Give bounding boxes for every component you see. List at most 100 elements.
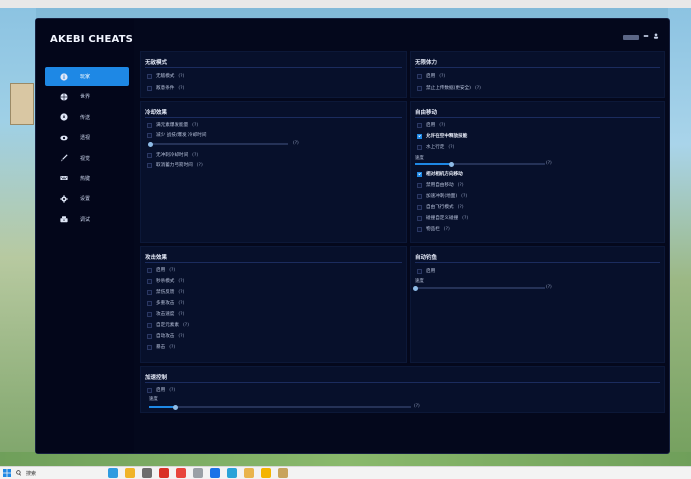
help-marker[interactable]: (?): [546, 161, 552, 166]
checkbox[interactable]: [147, 278, 152, 284]
taskbar-app-icon[interactable]: [142, 468, 152, 478]
help-marker[interactable]: (?): [192, 123, 198, 128]
taskbar-app-icon[interactable]: [210, 468, 220, 478]
help-marker[interactable]: (?): [169, 388, 175, 393]
toggle-row[interactable]: 禁伤反馈 (?): [147, 289, 184, 295]
taskbar-app-icon[interactable]: [108, 468, 118, 478]
toggle-row[interactable]: 启用 (?): [147, 387, 175, 393]
toggle-row[interactable]: 取消蓄力弓箭时间 (?): [147, 162, 203, 168]
checkbox[interactable]: [417, 193, 422, 199]
sidebar-item-debug[interactable]: 调试: [45, 210, 129, 229]
checkbox[interactable]: [147, 344, 152, 350]
toggle-row[interactable]: 允许在空中释放技能: [417, 133, 467, 139]
checkbox[interactable]: [147, 333, 152, 339]
toggle-row[interactable]: 满元素爆发能量 (?): [147, 122, 198, 128]
toggle-row[interactable]: 启用 (?): [417, 73, 445, 79]
slider-knob[interactable]: [148, 141, 153, 147]
fishing-speed-slider[interactable]: [413, 285, 545, 291]
toggle-row[interactable]: 自由飞行模式 (?): [417, 204, 464, 210]
movement-speed-slider[interactable]: [415, 161, 545, 167]
checkbox[interactable]: [147, 85, 152, 91]
help-marker[interactable]: (?): [169, 268, 175, 273]
taskbar-app-icon[interactable]: [244, 468, 254, 478]
slider-knob[interactable]: [413, 285, 418, 291]
toggle-row[interactable]: 水上行走 (?): [417, 144, 454, 150]
checkbox[interactable]: [147, 300, 152, 306]
sidebar-item-player[interactable]: 玩家: [45, 67, 129, 86]
checkbox[interactable]: [147, 289, 152, 295]
help-marker[interactable]: (?): [461, 194, 467, 199]
help-marker[interactable]: (?): [414, 404, 420, 409]
checkbox[interactable]: [147, 152, 152, 158]
help-marker[interactable]: (?): [475, 86, 481, 91]
taskbar-search[interactable]: 搜索: [16, 469, 102, 477]
sidebar-item-settings[interactable]: 设置: [45, 189, 129, 208]
help-marker[interactable]: (?): [439, 123, 445, 128]
checkbox[interactable]: [417, 268, 422, 274]
help-marker[interactable]: (?): [546, 285, 552, 290]
slider-knob[interactable]: [449, 161, 454, 167]
help-marker[interactable]: (?): [178, 312, 184, 317]
toggle-row[interactable]: 禁用自由移动 (?): [417, 182, 464, 188]
checkbox[interactable]: [147, 132, 152, 138]
window-toggle[interactable]: [623, 34, 639, 40]
sidebar-item-esp[interactable]: 透视: [45, 128, 129, 147]
game-icon[interactable]: [278, 468, 288, 478]
checkbox[interactable]: [147, 162, 152, 168]
sidebar-item-visual[interactable]: 视觉: [45, 149, 129, 168]
toggle-row[interactable]: 启用 (?): [417, 122, 445, 128]
sidebar-item-world[interactable]: 世界: [45, 87, 129, 106]
sidebar-item-teleport[interactable]: 传送: [45, 108, 129, 127]
start-button[interactable]: [3, 469, 11, 477]
toggle-row[interactable]: 自动攻击 (?): [147, 333, 184, 339]
help-marker[interactable]: (?): [178, 86, 184, 91]
toggle-row[interactable]: 加速冲刺(地面) (?): [417, 193, 467, 199]
toggle-row[interactable]: 多重攻击 (?): [147, 300, 184, 306]
toggle-row[interactable]: 物品栏 (?): [417, 226, 450, 232]
checkbox[interactable]: [417, 215, 422, 221]
help-marker[interactable]: (?): [183, 323, 189, 328]
toggle-row[interactable]: 无敌模式 (?): [147, 73, 184, 79]
toggle-row[interactable]: 无冲刺冷却时间 (?): [147, 152, 198, 158]
checkbox[interactable]: [147, 387, 152, 393]
toggle-row[interactable]: 禁止上传数据(更安全) (?): [417, 85, 481, 91]
checkbox[interactable]: [417, 226, 422, 232]
help-marker[interactable]: (?): [197, 163, 203, 168]
checkbox[interactable]: [147, 122, 152, 128]
checkbox[interactable]: [417, 144, 422, 150]
help-marker[interactable]: (?): [439, 74, 445, 79]
help-marker[interactable]: (?): [169, 345, 175, 350]
taskbar-app-icon[interactable]: [261, 468, 271, 478]
folder-icon[interactable]: [125, 468, 135, 478]
checkbox[interactable]: [417, 122, 422, 128]
help-marker[interactable]: (?): [458, 205, 464, 210]
toggle-row[interactable]: 相对相机方向移动: [417, 171, 463, 177]
taskbar-app-icon[interactable]: [193, 468, 203, 478]
sidebar-item-hotkeys[interactable]: 热键: [45, 169, 129, 188]
checkbox-checked[interactable]: [417, 171, 422, 177]
speed-control-slider[interactable]: [149, 404, 411, 410]
toggle-row[interactable]: 碰撞自定义碰撞 (?): [417, 215, 468, 221]
help-marker[interactable]: (?): [458, 183, 464, 188]
checkbox[interactable]: [147, 322, 152, 328]
help-marker[interactable]: (?): [192, 153, 198, 158]
toggle-row[interactable]: 启用 (?): [147, 267, 175, 273]
checkbox[interactable]: [417, 204, 422, 210]
help-marker[interactable]: (?): [178, 301, 184, 306]
help-marker[interactable]: (?): [462, 216, 468, 221]
help-marker[interactable]: (?): [178, 290, 184, 295]
checkbox[interactable]: [147, 267, 152, 273]
cooldown-slider[interactable]: [148, 141, 288, 147]
telegram-icon[interactable]: [227, 468, 237, 478]
help-marker[interactable]: (?): [293, 141, 299, 146]
checkbox[interactable]: [147, 311, 152, 317]
toggle-row[interactable]: 秒杀模式 (?): [147, 278, 184, 284]
checkbox[interactable]: [147, 73, 152, 79]
checkbox-checked[interactable]: [417, 133, 422, 139]
taskbar-app-icon[interactable]: [159, 468, 169, 478]
toggle-row[interactable]: 攻击速度 (?): [147, 311, 184, 317]
toggle-row[interactable]: 自定元素素 (?): [147, 322, 189, 328]
toggle-row[interactable]: 敌意条件 (?): [147, 85, 184, 91]
user-icon[interactable]: [653, 33, 659, 41]
checkbox[interactable]: [417, 182, 422, 188]
